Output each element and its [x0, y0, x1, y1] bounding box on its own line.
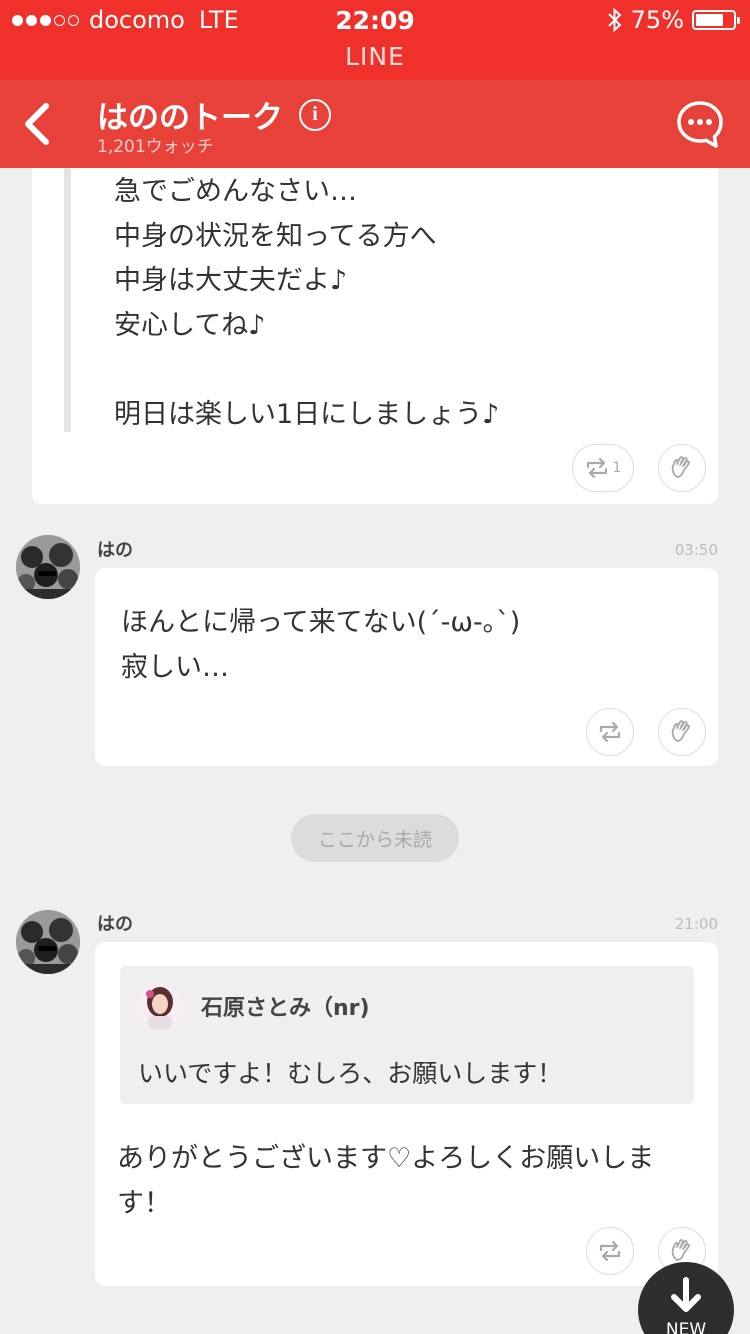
- avatar-image: [16, 910, 80, 974]
- repost-icon: [586, 457, 607, 479]
- new-label: NEW: [665, 1320, 707, 1334]
- clap-button[interactable]: [658, 708, 706, 756]
- quote-bar: [64, 168, 71, 432]
- page-title-group: はののトーク i: [97, 92, 331, 137]
- page-title: はののトーク: [97, 100, 283, 136]
- user-name: はの: [97, 914, 133, 935]
- post-text: 急でごめんなさい… 中身の状況を知ってる方へ 中身は大丈夫だよ♪ 安心してね♪ …: [114, 176, 500, 430]
- repost-count: 1: [612, 460, 622, 476]
- quoted-avatar-image: [136, 982, 184, 1030]
- message-text: ほんとに帰って来てない(´-ω-｡`) 寂しい…: [121, 607, 521, 683]
- repost-button[interactable]: [586, 1227, 634, 1275]
- quoted-name: 石原さとみ（nr): [201, 996, 370, 1021]
- battery-icon: [692, 10, 740, 30]
- header: はののトーク i 1,201ウォッチ: [0, 80, 750, 168]
- app-name: LINE: [345, 42, 405, 71]
- repost-button[interactable]: 1: [572, 444, 634, 492]
- status-bar: docomo LTE 22:09 75% LINE: [0, 0, 750, 80]
- repost-button[interactable]: [586, 708, 634, 756]
- battery-percent: 75%: [630, 6, 684, 34]
- new-messages-button[interactable]: NEW: [638, 1262, 734, 1334]
- message-card: ほんとに帰って来てない(´-ω-｡`) 寂しい…: [95, 568, 718, 766]
- bluetooth-icon: [607, 7, 622, 33]
- chat-bubble-icon[interactable]: [676, 100, 724, 148]
- watch-count: 1,201ウォッチ: [97, 137, 214, 157]
- message-time: 03:50: [674, 541, 718, 559]
- clap-hand-icon: [671, 456, 690, 478]
- avatar[interactable]: [16, 535, 80, 599]
- post-card: 急でごめんなさい… 中身の状況を知ってる方へ 中身は大丈夫だよ♪ 安心してね♪ …: [32, 168, 718, 504]
- down-arrow-icon: [671, 1277, 701, 1312]
- clap-hand-icon: [671, 1239, 690, 1261]
- message-time: 21:00: [674, 915, 718, 933]
- info-icon[interactable]: i: [299, 98, 331, 131]
- back-arrow-icon[interactable]: [18, 100, 62, 148]
- clap-hand-icon: [671, 720, 690, 742]
- message-text: ありがとうございます♡よろしくお願いします！: [117, 1143, 655, 1219]
- message-card: 石原さとみ（nr) いいですよ！むしろ、お願いします！ ありがとうございます♡よ…: [95, 942, 718, 1286]
- user-name: はの: [97, 540, 133, 561]
- repost-icon: [599, 1240, 621, 1262]
- avatar-image: [16, 535, 80, 599]
- clap-button[interactable]: [658, 444, 706, 492]
- repost-icon: [599, 721, 621, 743]
- quoted-text: いいですよ！むしろ、お願いします！: [138, 1059, 563, 1088]
- unread-divider: ここから未読: [291, 814, 459, 862]
- avatar[interactable]: [16, 910, 80, 974]
- status-right: 75%: [607, 6, 740, 34]
- quoted-message[interactable]: 石原さとみ（nr) いいですよ！むしろ、お願いします！: [120, 966, 694, 1104]
- quoted-avatar: [136, 982, 184, 1030]
